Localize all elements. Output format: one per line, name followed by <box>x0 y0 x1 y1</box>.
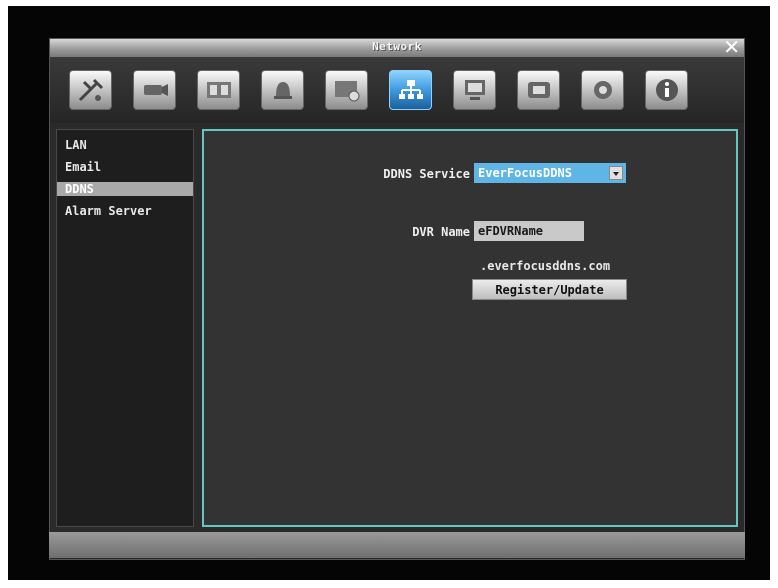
ddns-service-label: DDNS Service <box>383 167 470 181</box>
close-icon[interactable]: ✕ <box>723 36 740 58</box>
status-bar <box>49 532 745 558</box>
quick-setup-icon[interactable] <box>69 70 112 110</box>
dvr-name-input[interactable]: eFDVRName <box>474 221 584 241</box>
network-window: Network ✕ LAN Email DDNS Alarm Server DD… <box>49 36 745 560</box>
sidebar-item-alarm-server[interactable]: Alarm Server <box>57 204 193 218</box>
sidebar-item-email[interactable]: Email <box>57 160 193 174</box>
info-icon[interactable] <box>645 70 688 110</box>
main-toolbar <box>50 57 744 123</box>
backup-icon[interactable] <box>517 70 560 110</box>
chevron-down-icon[interactable] <box>609 166 623 180</box>
alarm-bell-icon[interactable] <box>261 70 304 110</box>
camera-icon[interactable] <box>133 70 176 110</box>
network-menu: LAN Email DDNS Alarm Server <box>56 129 194 527</box>
ddns-service-value: EverFocusDDNS <box>478 166 572 180</box>
schedule-icon[interactable] <box>325 70 368 110</box>
sidebar-item-ddns[interactable]: DDNS <box>57 182 193 196</box>
title-bar: Network ✕ <box>50 36 744 58</box>
network-icon[interactable] <box>389 70 432 110</box>
register-update-button[interactable]: Register/Update <box>472 279 627 300</box>
display-icon[interactable] <box>453 70 496 110</box>
window-title: Network <box>372 40 422 53</box>
ddns-service-select[interactable]: EverFocusDDNS <box>474 163 626 183</box>
ddns-settings-panel: DDNS Service EverFocusDDNS DVR Name eFDV… <box>202 129 738 527</box>
system-gear-icon[interactable] <box>581 70 624 110</box>
domain-suffix: .everfocusddns.com <box>480 259 611 273</box>
sidebar-item-lan[interactable]: LAN <box>57 138 193 152</box>
dvr-name-label: DVR Name <box>412 225 470 239</box>
record-film-icon[interactable] <box>197 70 240 110</box>
